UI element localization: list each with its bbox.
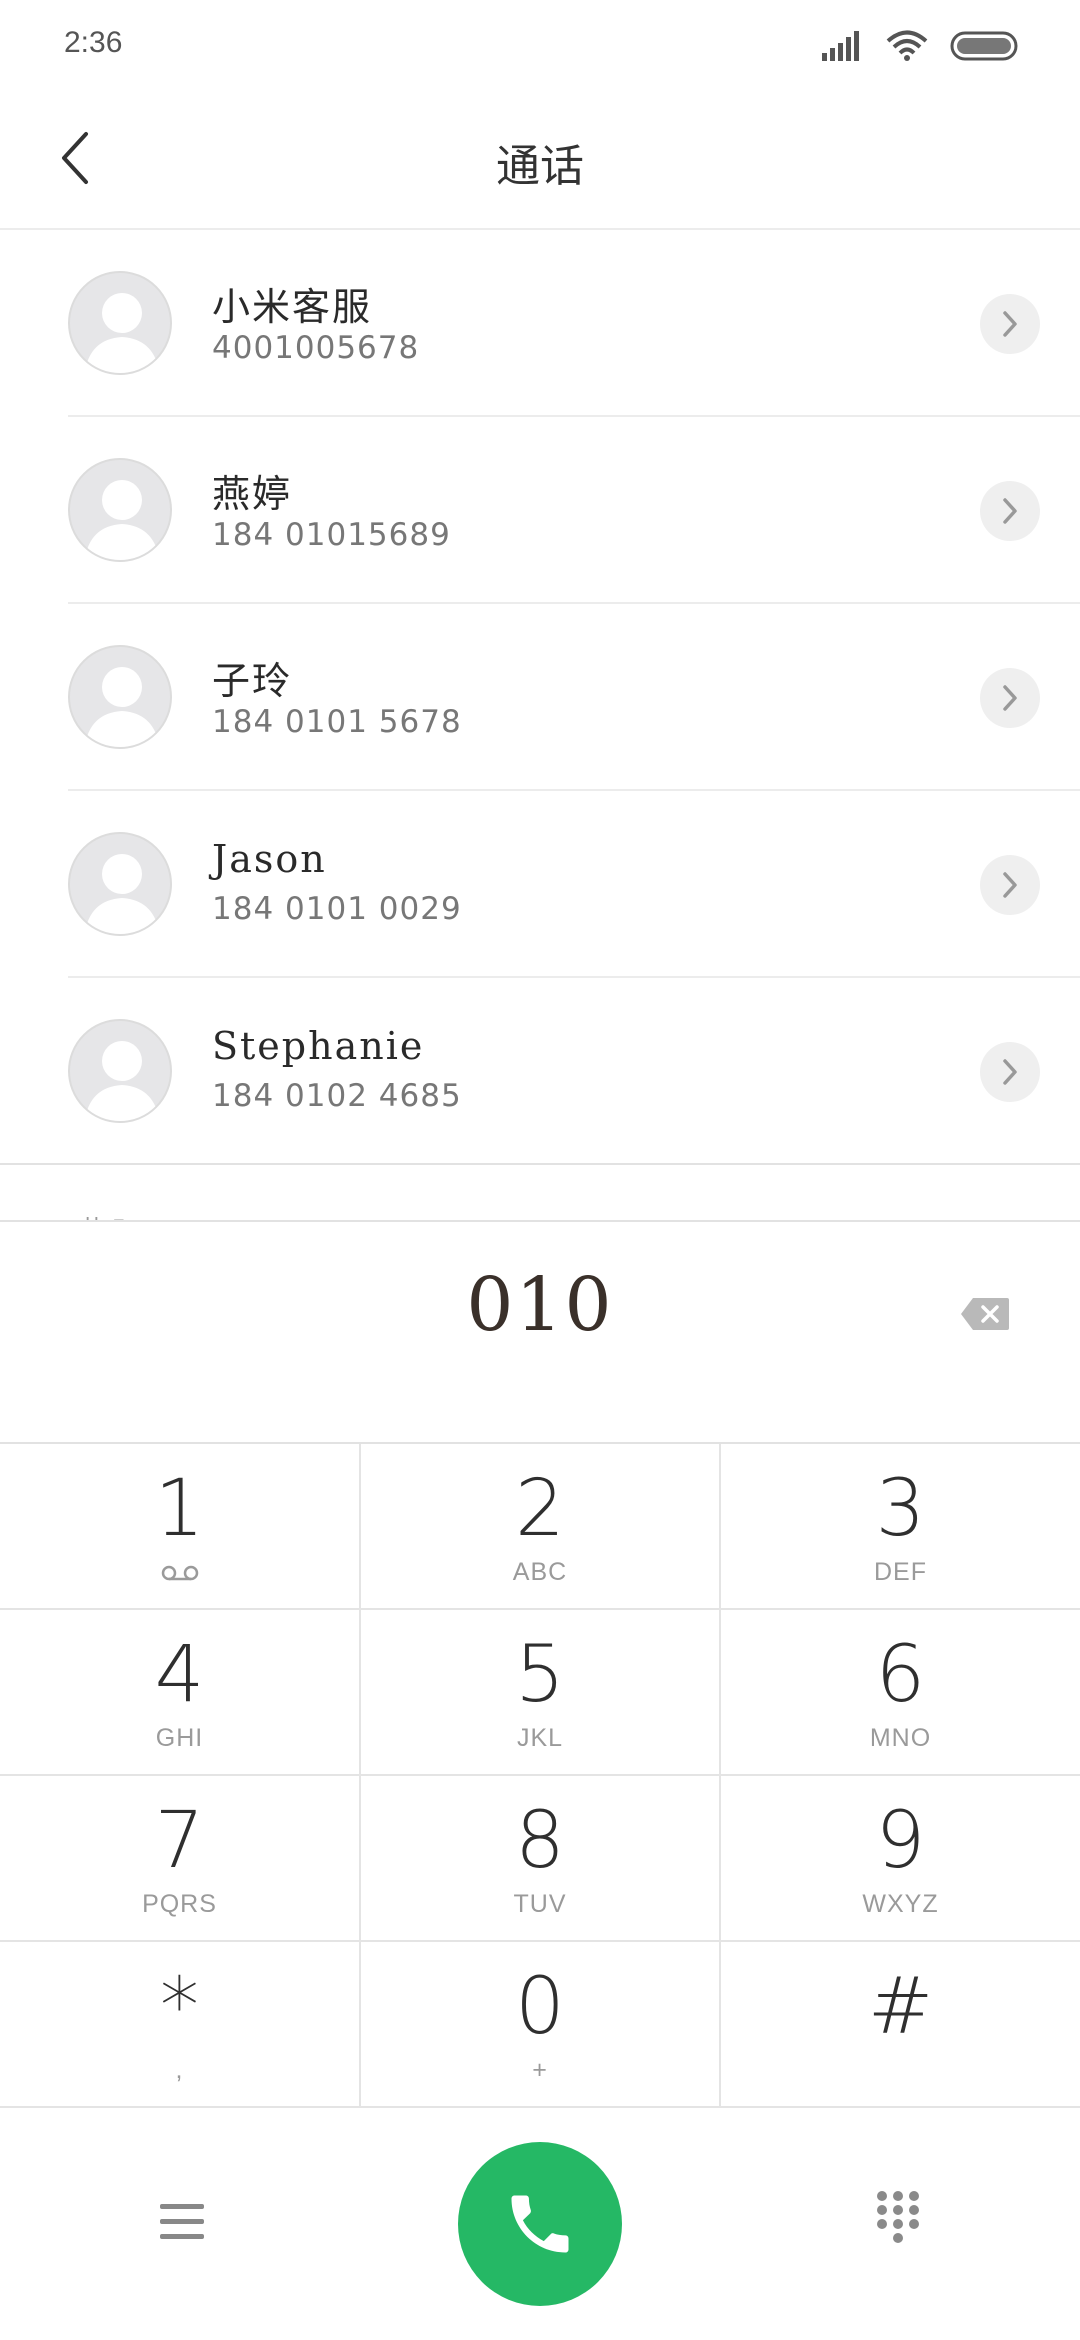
avatar (68, 271, 172, 375)
dialpad-icon (877, 2191, 919, 2243)
key-digit: 0 (515, 1962, 565, 2052)
contact-name: Jason (212, 837, 327, 881)
chevron-right-icon (1003, 498, 1017, 524)
key-letters: MNO (869, 1724, 932, 1752)
avatar (68, 1019, 172, 1123)
contact-row[interactable]: 子玲 184 0101 5678 (0, 604, 1080, 791)
contact-list: 小米客服 4001005678 燕婷 184 01015689 子玲 184 0… (0, 230, 1080, 1165)
key-digit: 9 (875, 1796, 926, 1886)
key-0[interactable]: 0 + (361, 1942, 721, 2108)
key-digit: 4 (154, 1630, 205, 1720)
contact-number: 184 01015689 (212, 517, 451, 553)
contact-name: 燕婷 (212, 472, 293, 516)
key-letters: TUV (513, 1890, 567, 1918)
key-letters: PQRS (142, 1890, 217, 1918)
key-3[interactable]: 3 DEF (721, 1444, 1080, 1610)
key-7[interactable]: 7 PQRS (0, 1776, 361, 1942)
dial-number-display[interactable]: 010 (0, 1262, 1080, 1348)
key-letters: GHI (155, 1724, 204, 1752)
key-letters: + (532, 2056, 548, 2084)
key-digit: 2 (515, 1464, 565, 1554)
page-title: 通话 (496, 141, 584, 192)
contact-row[interactable]: Stephanie 184 0102 4685 (0, 978, 1080, 1165)
chevron-right-icon (1003, 872, 1017, 898)
signal-icon (822, 31, 864, 65)
key-letters: WXYZ (862, 1890, 939, 1918)
contact-row[interactable]: Jason 184 0101 0029 (0, 791, 1080, 978)
key-digit: # (867, 1962, 934, 2052)
key-letters: ABC (512, 1558, 568, 1586)
backspace-button[interactable] (942, 1284, 1028, 1344)
status-icons (822, 28, 1020, 68)
contact-number: 184 0101 5678 (212, 704, 462, 740)
dialpad-toggle-button[interactable] (868, 2190, 928, 2256)
key-digit: 6 (875, 1630, 926, 1720)
key-digit: 5 (515, 1630, 565, 1720)
status-bar: 2:36 (0, 0, 1080, 96)
key-letters: JKL (516, 1724, 564, 1752)
contact-row[interactable]: 燕婷 184 01015689 (0, 417, 1080, 604)
contact-name: Stephanie (212, 1024, 425, 1068)
phone-icon (511, 2195, 569, 2253)
key-4[interactable]: 4 GHI (0, 1610, 361, 1776)
key-letters: DEF (874, 1558, 927, 1586)
key-8[interactable]: 8 TUV (361, 1776, 721, 1942)
key-5[interactable]: 5 JKL (361, 1610, 721, 1776)
section-peek: 共 5 (0, 1167, 1080, 1222)
call-button[interactable] (458, 2142, 622, 2306)
contact-detail-button[interactable] (980, 1042, 1040, 1102)
chevron-right-icon (1003, 1059, 1017, 1085)
avatar (68, 458, 172, 562)
key-star[interactable]: * , (0, 1942, 361, 2108)
contact-name: 子玲 (212, 659, 293, 703)
menu-icon (160, 2204, 204, 2239)
contact-detail-button[interactable] (980, 855, 1040, 915)
contact-name: 小米客服 (212, 285, 373, 329)
key-6[interactable]: 6 MNO (721, 1610, 1080, 1776)
wifi-icon (886, 30, 928, 66)
key-9[interactable]: 9 WXYZ (721, 1776, 1080, 1942)
person-placeholder-icon (84, 293, 160, 373)
key-digit: * (160, 1962, 199, 2052)
chevron-right-icon (1003, 685, 1017, 711)
bottom-bar (0, 2108, 1080, 2340)
contact-number: 184 0102 4685 (212, 1078, 462, 1114)
status-time: 2:36 (64, 26, 123, 59)
section-label: 共 5 (80, 1209, 127, 1220)
key-1[interactable]: 1 (0, 1444, 361, 1610)
person-placeholder-icon (84, 1041, 160, 1121)
contact-number: 184 0101 0029 (212, 891, 462, 927)
backspace-icon (961, 1298, 1009, 1330)
contact-detail-button[interactable] (980, 294, 1040, 354)
key-2[interactable]: 2 ABC (361, 1444, 721, 1610)
key-letters: , (175, 2056, 184, 2084)
chevron-right-icon (1003, 311, 1017, 337)
contact-number: 4001005678 (212, 330, 420, 366)
person-placeholder-icon (84, 667, 160, 747)
battery-icon (950, 30, 1020, 66)
key-digit: 3 (875, 1464, 926, 1554)
header: 通话 (0, 96, 1080, 230)
dial-input-area: 010 (0, 1224, 1080, 1444)
voicemail-icon (161, 1565, 199, 1581)
keypad: 1 2 ABC 3 DEF 4 GHI 5 JKL 6 MNO 7 PQRS 8… (0, 1444, 1080, 2108)
key-hash[interactable]: # (721, 1942, 1080, 2108)
key-digit: 7 (154, 1796, 205, 1886)
contact-row[interactable]: 小米客服 4001005678 (0, 230, 1080, 417)
contact-detail-button[interactable] (980, 481, 1040, 541)
key-digit: 8 (515, 1796, 565, 1886)
person-placeholder-icon (84, 854, 160, 934)
contact-detail-button[interactable] (980, 668, 1040, 728)
avatar (68, 832, 172, 936)
menu-button[interactable] (150, 2192, 216, 2252)
person-placeholder-icon (84, 480, 160, 560)
avatar (68, 645, 172, 749)
key-digit: 1 (154, 1464, 205, 1554)
